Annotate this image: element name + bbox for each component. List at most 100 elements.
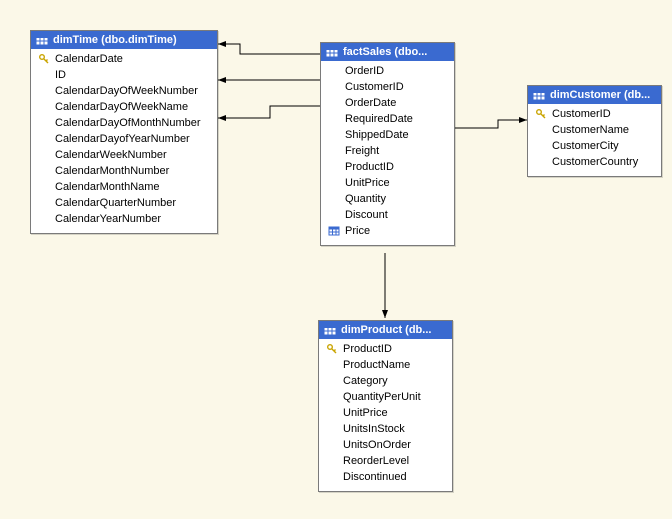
key-icon [325, 342, 339, 356]
column-name: Discount [345, 207, 448, 223]
blank-icon [37, 196, 51, 210]
blank-icon [325, 374, 339, 388]
column-name: CalendarQuarterNumber [55, 195, 211, 211]
blank-icon [325, 438, 339, 452]
column-name: Quantity [345, 191, 448, 207]
blank-icon [325, 390, 339, 404]
column-name: RequiredDate [345, 111, 448, 127]
blank-icon [325, 406, 339, 420]
blank-icon [325, 358, 339, 372]
column-row[interactable]: ProductID [327, 159, 448, 175]
column-row[interactable]: CustomerName [534, 122, 655, 138]
column-row[interactable]: OrderID [327, 63, 448, 79]
column-row[interactable]: Quantity [327, 191, 448, 207]
column-row[interactable]: CalendarDayOfWeekNumber [37, 83, 211, 99]
table-factsales[interactable]: factSales (dbo... OrderIDCustomerIDOrder… [320, 42, 455, 246]
column-row[interactable]: Price [327, 223, 448, 239]
column-row[interactable]: CustomerID [327, 79, 448, 95]
column-row[interactable]: CalendarWeekNumber [37, 147, 211, 163]
column-row[interactable]: QuantityPerUnit [325, 389, 446, 405]
column-row[interactable]: Freight [327, 143, 448, 159]
column-name: UnitPrice [343, 405, 446, 421]
column-name: ID [55, 67, 211, 83]
column-row[interactable]: OrderDate [327, 95, 448, 111]
column-row[interactable]: CalendarMonthName [37, 179, 211, 195]
column-row[interactable]: CalendarDayofYearNumber [37, 131, 211, 147]
blank-icon [37, 132, 51, 146]
column-name: CalendarDayOfWeekName [55, 99, 211, 115]
key-icon [534, 107, 548, 121]
column-name: CalendarDayOfMonthNumber [55, 115, 211, 131]
table-icon [323, 323, 337, 337]
column-row[interactable]: ReorderLevel [325, 453, 446, 469]
blank-icon [534, 139, 548, 153]
column-name: OrderDate [345, 95, 448, 111]
blank-icon [534, 123, 548, 137]
blank-icon [327, 176, 341, 190]
blank-icon [37, 212, 51, 226]
column-name: CalendarDate [55, 51, 211, 67]
table-dimtime[interactable]: dimTime (dbo.dimTime) CalendarDateIDCale… [30, 30, 218, 234]
column-row[interactable]: UnitsInStock [325, 421, 446, 437]
column-name: CalendarMonthNumber [55, 163, 211, 179]
column-row[interactable]: CalendarDate [37, 51, 211, 67]
column-row[interactable]: UnitsOnOrder [325, 437, 446, 453]
blank-icon [327, 96, 341, 110]
column-row[interactable]: CalendarDayOfMonthNumber [37, 115, 211, 131]
blank-icon [327, 160, 341, 174]
table-title: dimTime (dbo.dimTime) [53, 34, 177, 46]
blank-icon [327, 64, 341, 78]
column-name: UnitPrice [345, 175, 448, 191]
column-name: ProductID [343, 341, 446, 357]
column-row[interactable]: Discontinued [325, 469, 446, 485]
key-icon [37, 52, 51, 66]
blank-icon [327, 144, 341, 158]
column-row[interactable]: ProductName [325, 357, 446, 373]
column-name: CustomerID [345, 79, 448, 95]
table-header-dimproduct[interactable]: dimProduct (db... [319, 321, 452, 339]
column-name: Freight [345, 143, 448, 159]
blank-icon [327, 208, 341, 222]
column-row[interactable]: Category [325, 373, 446, 389]
column-name: Discontinued [343, 469, 446, 485]
blank-icon [37, 164, 51, 178]
blank-icon [327, 80, 341, 94]
column-name: CustomerName [552, 122, 655, 138]
blank-icon [37, 148, 51, 162]
column-row[interactable]: UnitPrice [325, 405, 446, 421]
column-row[interactable]: Discount [327, 207, 448, 223]
column-row[interactable]: CalendarMonthNumber [37, 163, 211, 179]
column-name: Price [345, 223, 448, 239]
column-row[interactable]: CustomerCountry [534, 154, 655, 170]
column-row[interactable]: CalendarQuarterNumber [37, 195, 211, 211]
column-name: UnitsOnOrder [343, 437, 446, 453]
column-row[interactable]: CustomerCity [534, 138, 655, 154]
column-name: ProductID [345, 159, 448, 175]
column-name: ReorderLevel [343, 453, 446, 469]
table-header-dimcustomer[interactable]: dimCustomer (db... [528, 86, 661, 104]
table-body-dimproduct: ProductIDProductNameCategoryQuantityPerU… [319, 339, 452, 491]
blank-icon [37, 180, 51, 194]
column-row[interactable]: ProductID [325, 341, 446, 357]
column-row[interactable]: CalendarYearNumber [37, 211, 211, 227]
column-row[interactable]: ShippedDate [327, 127, 448, 143]
column-row[interactable]: RequiredDate [327, 111, 448, 127]
column-row[interactable]: CustomerID [534, 106, 655, 122]
column-row[interactable]: ID [37, 67, 211, 83]
blank-icon [37, 116, 51, 130]
column-name: CalendarMonthName [55, 179, 211, 195]
column-row[interactable]: UnitPrice [327, 175, 448, 191]
column-name: UnitsInStock [343, 421, 446, 437]
table-title: factSales (dbo... [343, 46, 427, 58]
table-dimcustomer[interactable]: dimCustomer (db... CustomerIDCustomerNam… [527, 85, 662, 177]
table-header-dimtime[interactable]: dimTime (dbo.dimTime) [31, 31, 217, 49]
table-icon [325, 45, 339, 59]
table-header-factsales[interactable]: factSales (dbo... [321, 43, 454, 61]
column-name: Category [343, 373, 446, 389]
column-name: CustomerCity [552, 138, 655, 154]
table-title: dimProduct (db... [341, 324, 431, 336]
table-dimproduct[interactable]: dimProduct (db... ProductIDProductNameCa… [318, 320, 453, 492]
table-icon [35, 33, 49, 47]
blank-icon [327, 192, 341, 206]
column-row[interactable]: CalendarDayOfWeekName [37, 99, 211, 115]
